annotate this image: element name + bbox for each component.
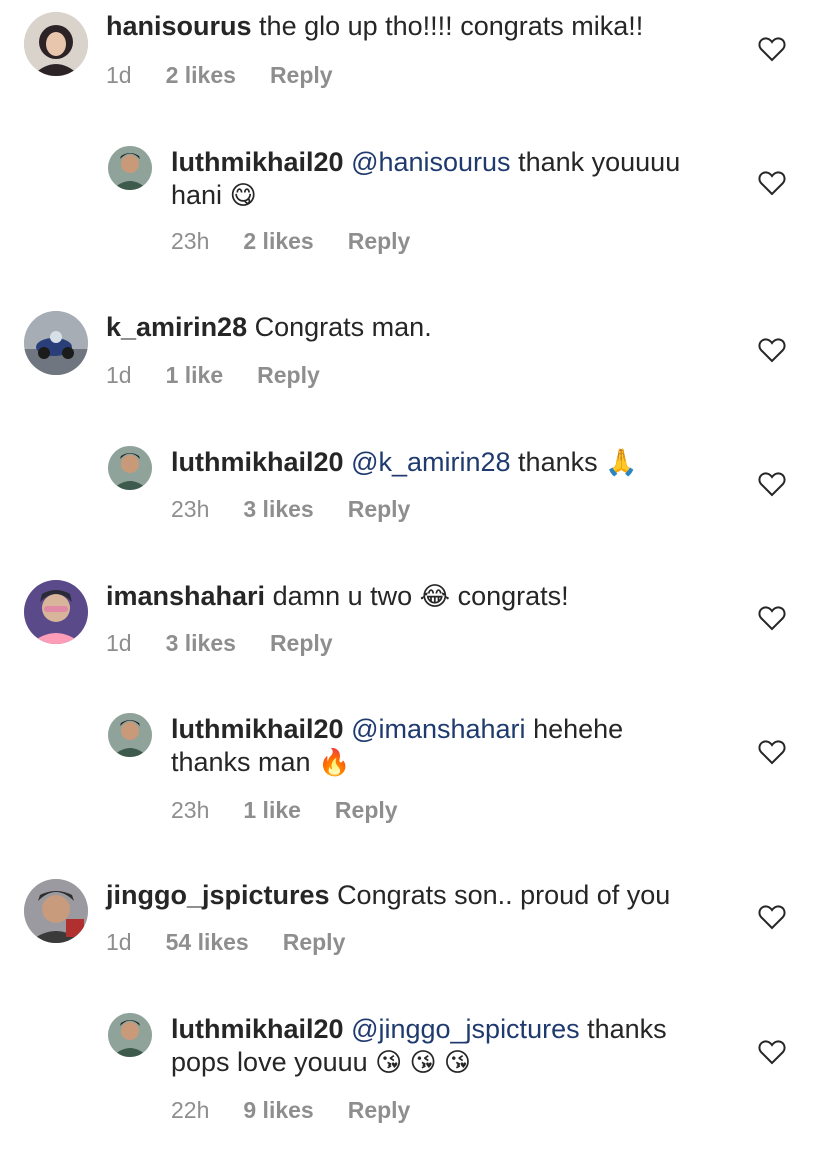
heart-outline-icon[interactable]	[758, 605, 786, 631]
comment-meta: 23h 1 like Reply	[171, 797, 398, 824]
heart-outline-icon[interactable]	[758, 739, 786, 765]
emoji: 😋	[229, 180, 257, 210]
comment-time: 1d	[106, 62, 132, 88]
reply-button[interactable]: Reply	[348, 228, 411, 255]
comment-meta: 1d 1 like Reply	[106, 362, 320, 389]
comment-time: 23h	[171, 496, 210, 522]
reply-button[interactable]: Reply	[283, 929, 346, 956]
comment-text: k_amirin28 Congrats man.	[106, 311, 736, 344]
comment-meta: 23h 2 likes Reply	[171, 228, 410, 255]
comment-time: 22h	[171, 1097, 210, 1123]
comment-likes[interactable]: 3 likes	[166, 630, 236, 657]
emoji: 🙏	[605, 447, 638, 477]
comment-likes[interactable]: 9 likes	[243, 1097, 313, 1124]
reply-button[interactable]: Reply	[348, 496, 411, 523]
reply-button[interactable]: Reply	[270, 62, 333, 89]
avatar[interactable]	[24, 879, 88, 943]
heart-outline-icon[interactable]	[758, 36, 786, 62]
comment-likes[interactable]: 2 likes	[243, 228, 313, 255]
avatar[interactable]	[108, 1013, 152, 1057]
reply-button[interactable]: Reply	[335, 797, 398, 824]
comment-username[interactable]: k_amirin28	[106, 312, 247, 342]
avatar[interactable]	[108, 146, 152, 190]
comment-text: hanisourus the glo up tho!!!! congrats m…	[106, 10, 736, 43]
comment-text: luthmikhail20 @jinggo_jspictures thanks …	[171, 1013, 731, 1079]
heart-outline-icon[interactable]	[758, 471, 786, 497]
comment-body-line2: thanks man	[171, 747, 311, 777]
comment-username[interactable]: luthmikhail20	[171, 1014, 344, 1044]
emoji: 😘 😘 😘	[375, 1047, 471, 1077]
avatar[interactable]	[108, 713, 152, 757]
comment-body: thanks	[518, 447, 598, 477]
heart-outline-icon[interactable]	[758, 337, 786, 363]
comment-text: luthmikhail20 @imanshahari hehehe thanks…	[171, 713, 731, 779]
comment-body: hehehe	[533, 714, 624, 744]
comment-body: the glo up tho!!!! congrats mika!!	[259, 11, 644, 41]
comment-body: thank youuuu	[518, 147, 681, 177]
reply-button[interactable]: Reply	[348, 1097, 411, 1124]
comment-body-line2: hani	[171, 180, 223, 210]
comment-body-line2: pops love youuu	[171, 1047, 368, 1077]
heart-outline-icon[interactable]	[758, 904, 786, 930]
reply-button[interactable]: Reply	[257, 362, 320, 389]
comment-time: 1d	[106, 630, 132, 656]
comment-time: 23h	[171, 797, 210, 823]
comment-mention[interactable]: @jinggo_jspictures	[351, 1014, 580, 1044]
comment-meta: 1d 2 likes Reply	[106, 62, 333, 89]
avatar[interactable]	[108, 446, 152, 490]
comment-username[interactable]: luthmikhail20	[171, 447, 344, 477]
comment-body: thanks	[587, 1014, 667, 1044]
comment-body-after: congrats!	[457, 581, 569, 611]
emoji: 🔥	[318, 747, 351, 777]
comment-username[interactable]: luthmikhail20	[171, 147, 344, 177]
heart-outline-icon[interactable]	[758, 170, 786, 196]
avatar[interactable]	[24, 580, 88, 644]
comment-mention[interactable]: @k_amirin28	[351, 447, 510, 477]
comment-likes[interactable]: 54 likes	[166, 929, 249, 956]
comment-text: luthmikhail20 @k_amirin28 thanks 🙏	[171, 446, 731, 479]
comment-likes[interactable]: 1 like	[243, 797, 301, 824]
reply-button[interactable]: Reply	[270, 630, 333, 657]
comment-time: 23h	[171, 228, 210, 254]
comment-likes[interactable]: 2 likes	[166, 62, 236, 89]
comment-body: damn u two	[272, 581, 413, 611]
heart-outline-icon[interactable]	[758, 1039, 786, 1065]
avatar[interactable]	[24, 12, 88, 76]
comment-text: jinggo_jspictures Congrats son.. proud o…	[106, 879, 736, 912]
comment-mention[interactable]: @hanisourus	[351, 147, 511, 177]
avatar[interactable]	[24, 311, 88, 375]
comment-likes[interactable]: 3 likes	[243, 496, 313, 523]
comment-body: Congrats man.	[254, 312, 432, 342]
comment-meta: 1d 3 likes Reply	[106, 630, 333, 657]
comment-username[interactable]: jinggo_jspictures	[106, 880, 330, 910]
comment-username[interactable]: luthmikhail20	[171, 714, 344, 744]
comment-time: 1d	[106, 362, 132, 388]
comment-text: luthmikhail20 @hanisourus thank youuuu h…	[171, 146, 731, 212]
comment-text: imanshahari damn u two 😂 congrats!	[106, 580, 736, 613]
emoji: 😂	[419, 581, 451, 611]
comment-mention[interactable]: @imanshahari	[351, 714, 526, 744]
comment-meta: 23h 3 likes Reply	[171, 496, 410, 523]
comment-meta: 1d 54 likes Reply	[106, 929, 345, 956]
comment-likes[interactable]: 1 like	[166, 362, 224, 389]
comment-username[interactable]: hanisourus	[106, 11, 252, 41]
comment-meta: 22h 9 likes Reply	[171, 1097, 410, 1124]
comment-username[interactable]: imanshahari	[106, 581, 265, 611]
comment-time: 1d	[106, 929, 132, 955]
comment-body: Congrats son.. proud of you	[337, 880, 671, 910]
